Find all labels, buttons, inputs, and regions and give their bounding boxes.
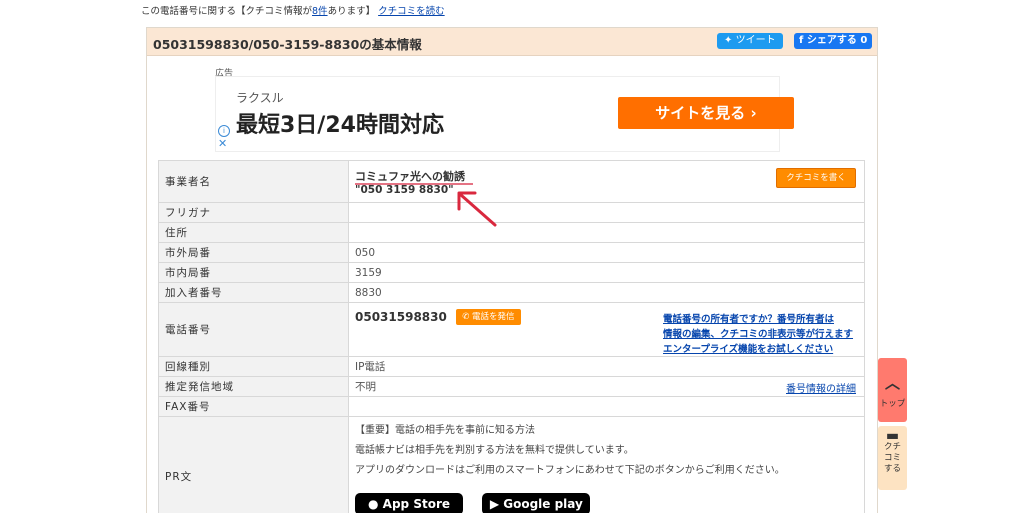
pr-line: 電話帳ナビは相手先を判別する方法を無料で提供しています。 [355,441,858,461]
table-row: PR文 【重要】電話の相手先を事前に知る方法 電話帳ナビは相手先を判別する方法を… [159,417,865,513]
pr-line: アプリのダウンロードはご利用のスマートフォンにあわせて下記のボタンからご利用くだ… [355,461,858,481]
business-name-cell: コミュファ光への勧誘 "050 3159 8830" クチコミを書く [349,161,865,203]
local-code-value: 3159 [349,263,865,283]
phone-number: 05031598830 [355,310,447,324]
scroll-top-label: トップ [878,397,907,409]
ad-brand: ラクスル [236,89,284,106]
notice-prefix: この電話番号に関する【クチコミ情報が [141,6,312,17]
facebook-icon: f [799,35,803,46]
region-cell: 不明 番号情報の詳細 [349,377,865,397]
app-store-badge[interactable]: ● App Store [355,493,463,513]
annotation-underline [355,183,473,185]
call-button-label: 電話を発信 [472,312,515,322]
table-row: FAX番号 [159,397,865,417]
table-row: 市内局番 3159 [159,263,865,283]
pr-line: 【重要】電話の相手先を事前に知る方法 [355,421,858,441]
table-row: フリガナ [159,203,865,223]
row-label: 電話番号 [159,303,349,357]
app-store-label: App Store [383,497,450,511]
tweet-label: ツイート [736,35,776,46]
top-notice: この電話番号に関する【クチコミ情報が8件あります】 クチコミを読む [141,3,445,17]
ad-info-icon[interactable]: i [218,125,230,137]
subscriber-value: 8830 [349,283,865,303]
address-value [349,223,865,243]
phone-cell: 05031598830 ✆ 電話を発信 電話番号の所有者ですか？番号所有者は 情… [349,303,865,357]
row-label: 推定発信地域 [159,377,349,397]
info-table: 事業者名 コミュファ光への勧誘 "050 3159 8830" クチコミを書く … [158,160,865,513]
area-code-value: 050 [349,243,865,263]
store-badges: ● App Store ▶ Google play [355,481,858,513]
row-label: 市内局番 [159,263,349,283]
pr-cell: 【重要】電話の相手先を事前に知る方法 電話帳ナビは相手先を判別する方法を無料で提… [349,417,865,513]
table-row: 推定発信地域 不明 番号情報の詳細 [159,377,865,397]
region-value: 不明 [355,381,376,393]
row-label: フリガナ [159,203,349,223]
panel-header: 05031598830/050-3159-8830の基本情報 ✦ ツイート f … [147,28,877,56]
ad-headline: 最短3日/24時間対応 [236,107,444,139]
row-label: 市外局番 [159,243,349,263]
tweet-button[interactable]: ✦ ツイート [717,33,783,49]
ad-close-icon[interactable]: ✕ [218,137,227,150]
number-detail-link[interactable]: 番号情報の詳細 [786,380,856,395]
apple-icon: ● [368,497,378,511]
owner-link[interactable]: エンタープライズ機能をお試しください [663,342,853,357]
google-play-label: Google play [503,497,583,511]
write-review-button[interactable]: クチコミを書く [776,168,856,188]
side-review-label: する [878,464,907,475]
call-button[interactable]: ✆ 電話を発信 [456,309,520,325]
line-type-value: IP電話 [349,357,865,377]
phone-icon: ✆ [462,312,469,322]
speech-bubble-icon: ▬ [878,431,907,442]
review-count-link[interactable]: 8件 [312,6,328,17]
page-title: 05031598830/050-3159-8830の基本情報 [153,34,422,53]
side-review-label: クチ [878,442,907,453]
twitter-bird-icon: ✦ [724,35,732,46]
table-row: 電話番号 05031598830 ✆ 電話を発信 電話番号の所有者ですか？番号所… [159,303,865,357]
side-review-label: コミ [878,453,907,464]
furigana-value [349,203,865,223]
notice-suffix: あります】 [328,6,376,17]
scroll-top-button[interactable]: ︿ トップ [878,358,907,422]
info-panel: 05031598830/050-3159-8830の基本情報 ✦ ツイート f … [146,27,878,513]
table-row: 事業者名 コミュファ光への勧誘 "050 3159 8830" クチコミを書く [159,161,865,203]
owner-link[interactable]: 情報の編集、クチコミの非表示等が行えます [663,327,853,342]
table-row: 住所 [159,223,865,243]
play-icon: ▶ [490,497,499,511]
row-label: 住所 [159,223,349,243]
phone-line: 05031598830 ✆ 電話を発信 [355,309,521,325]
ad-banner[interactable]: ラクスル 最短3日/24時間対応 サイトを見る › i ✕ [215,76,780,152]
owner-link[interactable]: 電話番号の所有者ですか？番号所有者は [663,312,853,327]
table-row: 回線種別 IP電話 [159,357,865,377]
read-reviews-link[interactable]: クチコミを読む [378,6,445,17]
fax-value [349,397,865,417]
row-label: FAX番号 [159,397,349,417]
row-label: PR文 [159,417,349,513]
table-row: 市外局番 050 [159,243,865,263]
row-label: 加入者番号 [159,283,349,303]
share-label: シェアする 0 [807,35,867,46]
google-play-badge[interactable]: ▶ Google play [482,493,590,513]
table-row: 加入者番号 8830 [159,283,865,303]
row-label: 回線種別 [159,357,349,377]
owner-links: 電話番号の所有者ですか？番号所有者は 情報の編集、クチコミの非表示等が行えます … [663,312,853,357]
row-label: 事業者名 [159,161,349,203]
write-review-side-button[interactable]: ▬ クチ コミ する [878,426,907,490]
chevron-up-icon: ︿ [878,372,907,393]
facebook-share-button[interactable]: f シェアする 0 [794,33,872,49]
ad-cta-button[interactable]: サイトを見る › [618,97,794,129]
